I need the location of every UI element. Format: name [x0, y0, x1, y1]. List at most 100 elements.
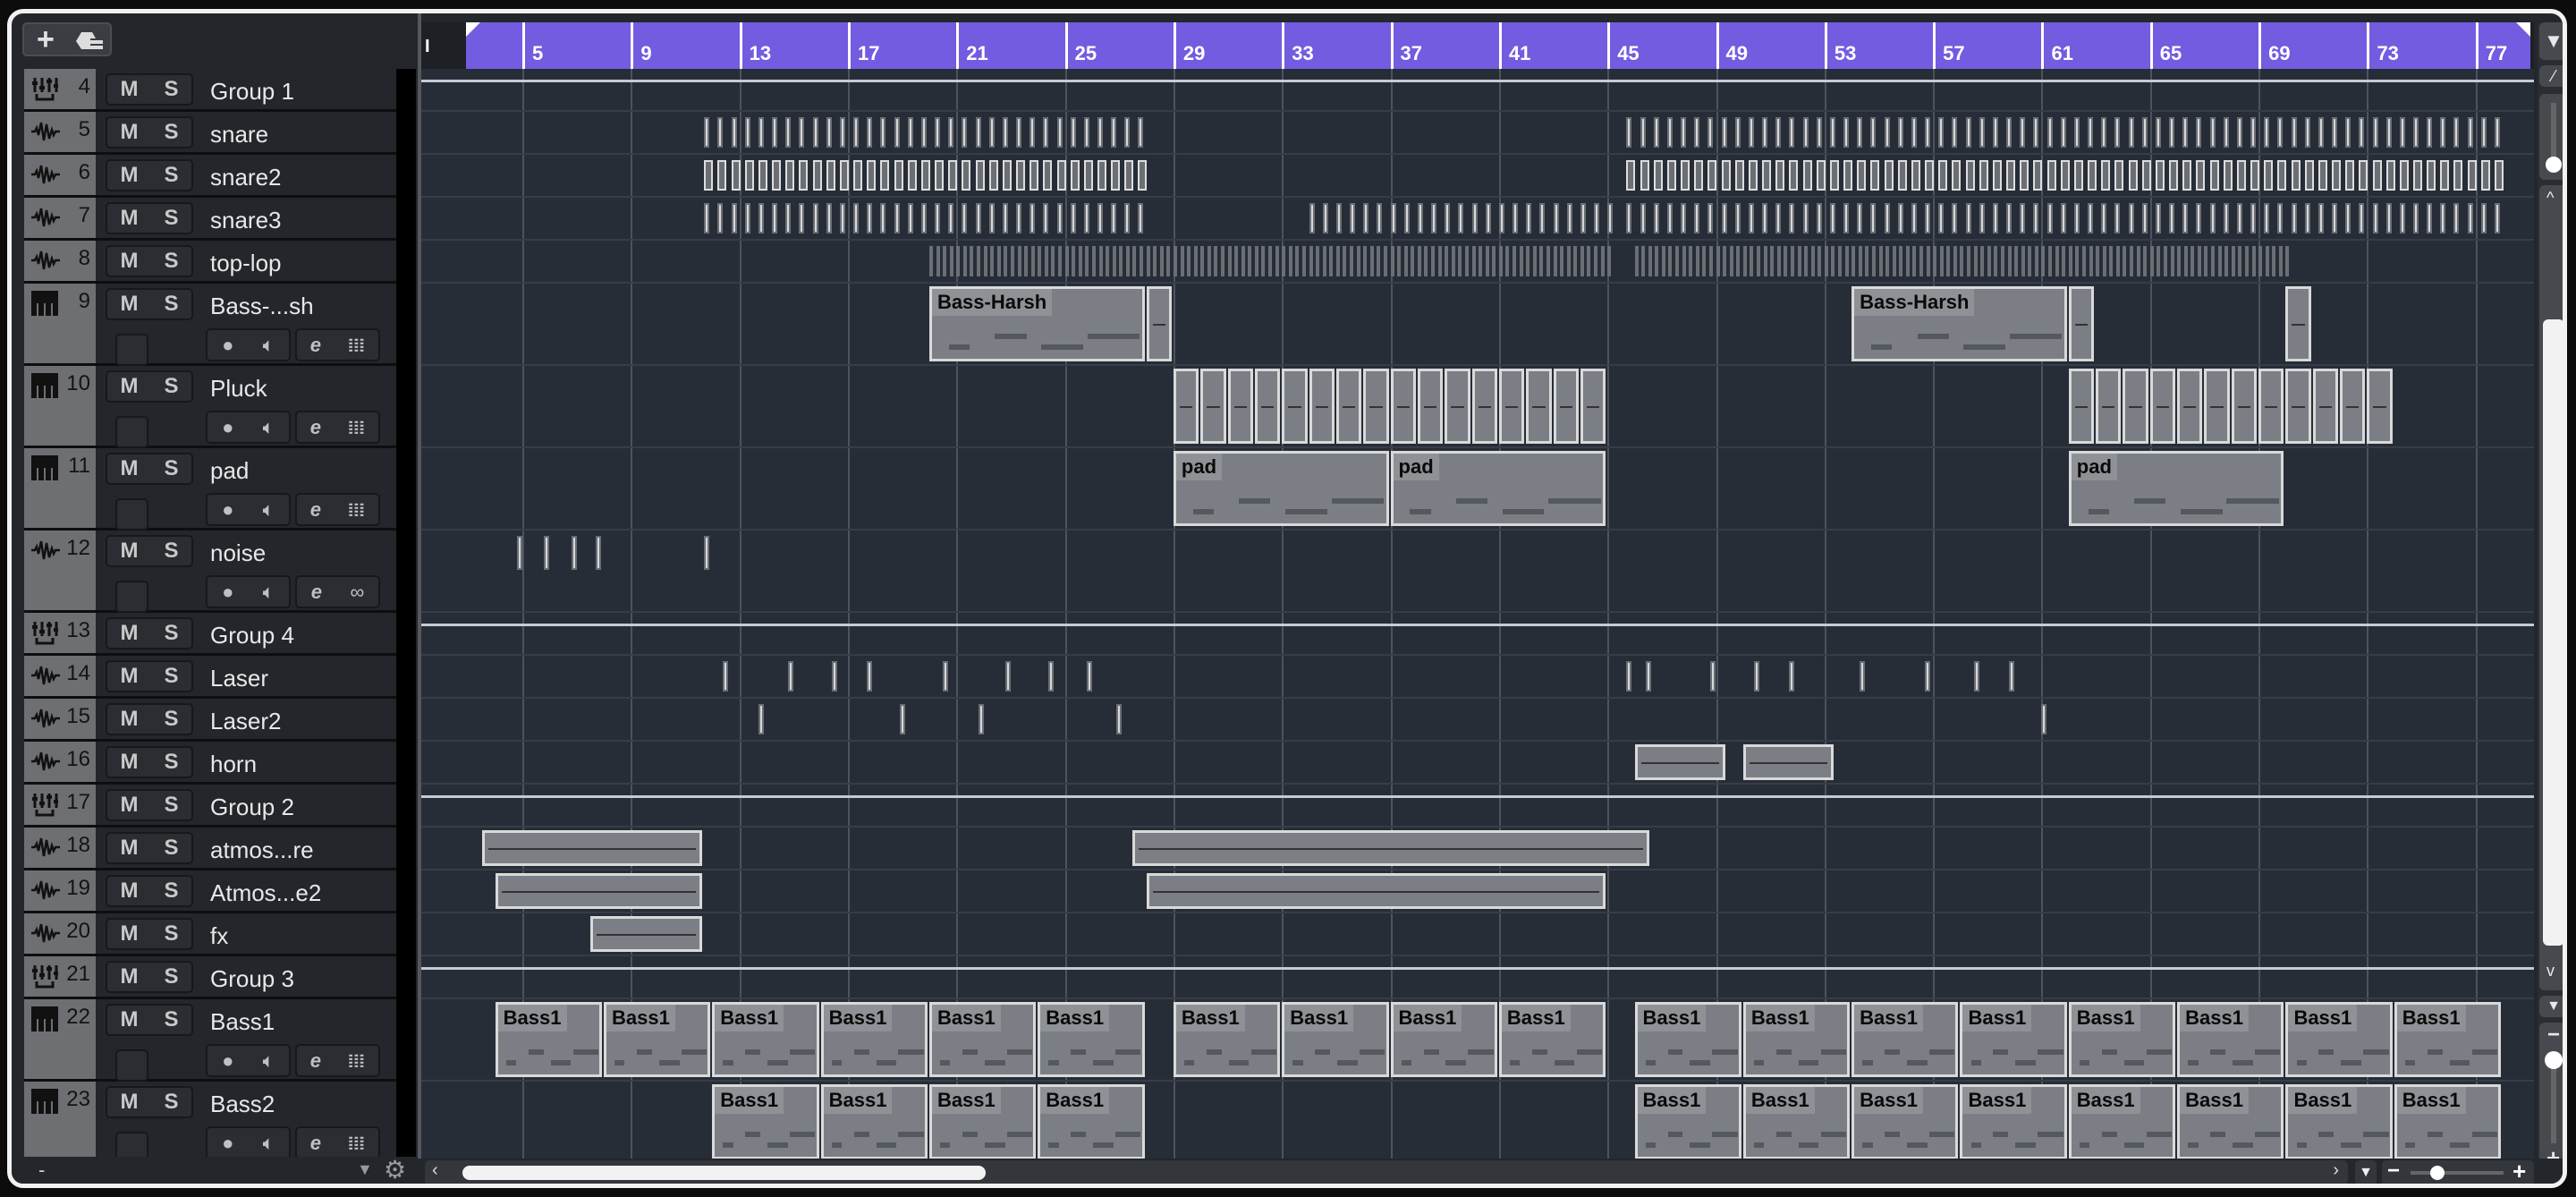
audio-hit[interactable] — [717, 203, 724, 233]
audio-hit[interactable] — [839, 203, 845, 233]
solo-button[interactable]: S — [164, 879, 178, 904]
audio-hit[interactable] — [1694, 160, 1704, 191]
clip[interactable] — [1227, 369, 1253, 444]
audio-hit[interactable] — [704, 117, 710, 148]
audio-hit[interactable] — [988, 117, 995, 148]
audio-hit[interactable] — [975, 117, 981, 148]
audio-hit[interactable] — [2204, 246, 2208, 276]
audio-hit[interactable] — [2169, 203, 2175, 233]
audio-hit[interactable] — [1666, 117, 1673, 148]
audio-hit[interactable] — [1775, 117, 1782, 148]
audio-hit[interactable] — [1762, 117, 1768, 148]
clip[interactable]: Bass1 — [1852, 1084, 1959, 1159]
pencil-icon[interactable]: ⁄ — [2539, 65, 2563, 87]
clip[interactable]: pad — [1390, 451, 1606, 526]
audio-hit[interactable] — [1085, 246, 1089, 276]
audio-hit[interactable] — [2177, 246, 2182, 276]
audio-hit[interactable] — [1159, 246, 1164, 276]
audio-hit[interactable] — [2007, 246, 2012, 276]
audio-hit[interactable] — [1173, 246, 1177, 276]
audio-hit[interactable] — [1112, 246, 1116, 276]
audio-hit[interactable] — [1843, 203, 1850, 233]
audio-hit[interactable] — [758, 203, 764, 233]
audio-hit[interactable] — [1897, 160, 1907, 191]
clip[interactable]: Bass1 — [712, 1084, 819, 1159]
audio-hit[interactable] — [2399, 203, 2405, 233]
audio-event[interactable] — [2041, 704, 2047, 734]
audio-hit[interactable] — [772, 203, 778, 233]
clip[interactable]: Bass1 — [1282, 1002, 1389, 1077]
audio-hit[interactable] — [1865, 246, 1869, 276]
audio-hit[interactable] — [2291, 160, 2301, 191]
clip[interactable] — [481, 830, 703, 866]
clip[interactable] — [2340, 369, 2366, 444]
audio-hit[interactable] — [948, 117, 954, 148]
audio-hit[interactable] — [1681, 117, 1687, 148]
audio-hit[interactable] — [2264, 160, 2274, 191]
audio-hit[interactable] — [1573, 246, 1578, 276]
monitor-speaker-icon[interactable]: 🔈︎ — [263, 416, 275, 439]
track-name[interactable]: Atmos...e2 — [210, 879, 321, 907]
audio-hit[interactable] — [1707, 160, 1717, 191]
track-header[interactable]: 20 M Sfx — [24, 913, 396, 956]
audio-hit[interactable] — [1064, 246, 1069, 276]
audio-hit[interactable] — [2236, 117, 2242, 148]
audio-hit[interactable] — [2055, 246, 2059, 276]
audio-hit[interactable] — [1464, 246, 1469, 276]
track-header[interactable]: 17 M S Group 2 — [24, 785, 396, 828]
audio-hit[interactable] — [2277, 160, 2287, 191]
track-header[interactable]: 19 M S Atmos...e2 — [24, 870, 396, 913]
track-header[interactable]: 7 M Ssnare3 — [24, 198, 396, 241]
track-name[interactable]: Laser — [210, 665, 268, 692]
audio-hit[interactable] — [1802, 203, 1809, 233]
audio-hit[interactable] — [2182, 160, 2192, 191]
audio-hit[interactable] — [2123, 246, 2127, 276]
audio-hit[interactable] — [1721, 117, 1727, 148]
audio-hit[interactable] — [2359, 203, 2365, 233]
solo-button[interactable]: S — [164, 707, 178, 732]
audio-hit[interactable] — [2399, 117, 2405, 148]
audio-hit[interactable] — [1802, 160, 1812, 191]
audio-hit[interactable] — [2440, 203, 2446, 233]
audio-hit[interactable] — [1818, 246, 1822, 276]
audio-hit[interactable] — [1979, 117, 1985, 148]
audio-hit[interactable] — [2224, 246, 2229, 276]
audio-hit[interactable] — [1072, 246, 1076, 276]
clip[interactable] — [1417, 369, 1444, 444]
mute-button[interactable]: M — [120, 292, 138, 317]
edit-icon[interactable]: e — [310, 498, 321, 522]
audio-hit[interactable] — [2060, 203, 2066, 233]
audio-hit[interactable] — [1938, 117, 1945, 148]
audio-hit[interactable] — [2073, 203, 2080, 233]
audio-hit[interactable] — [1153, 246, 1157, 276]
audio-hit[interactable] — [1485, 246, 1489, 276]
audio-hit[interactable] — [1789, 117, 1795, 148]
track-header[interactable]: 13 M S Group 4 — [24, 613, 396, 656]
track-color-box[interactable] — [115, 498, 148, 531]
audio-hit[interactable] — [1343, 246, 1347, 276]
clip[interactable] — [1309, 369, 1335, 444]
track-header[interactable]: 12 M Snoise ● 🔈︎ e ∞ — [24, 531, 396, 613]
audio-hit[interactable] — [1607, 246, 1612, 276]
track-header[interactable]: 16 M Shorn — [24, 742, 396, 785]
audio-hit[interactable] — [1138, 117, 1144, 148]
audio-hit[interactable] — [1829, 117, 1835, 148]
record-enable-icon[interactable]: ● — [222, 1049, 233, 1073]
audio-hit[interactable] — [1681, 203, 1687, 233]
audio-hit[interactable] — [2372, 203, 2378, 233]
solo-button[interactable]: S — [164, 77, 178, 102]
clip[interactable]: Bass1 — [1742, 1084, 1851, 1159]
audio-hit[interactable] — [1775, 203, 1782, 233]
mute-button[interactable]: M — [120, 793, 138, 818]
audio-hit[interactable] — [2291, 203, 2297, 233]
clip[interactable] — [1390, 369, 1416, 444]
audio-hit[interactable] — [2033, 160, 2043, 191]
audio-hit[interactable] — [983, 246, 987, 276]
audio-hit[interactable] — [1044, 246, 1048, 276]
audio-hit[interactable] — [2480, 160, 2490, 191]
track-color-box[interactable] — [115, 581, 148, 613]
audio-hit[interactable] — [1146, 246, 1150, 276]
audio-hit[interactable] — [1594, 246, 1598, 276]
audio-hit[interactable] — [948, 160, 958, 191]
audio-hit[interactable] — [1505, 246, 1510, 276]
